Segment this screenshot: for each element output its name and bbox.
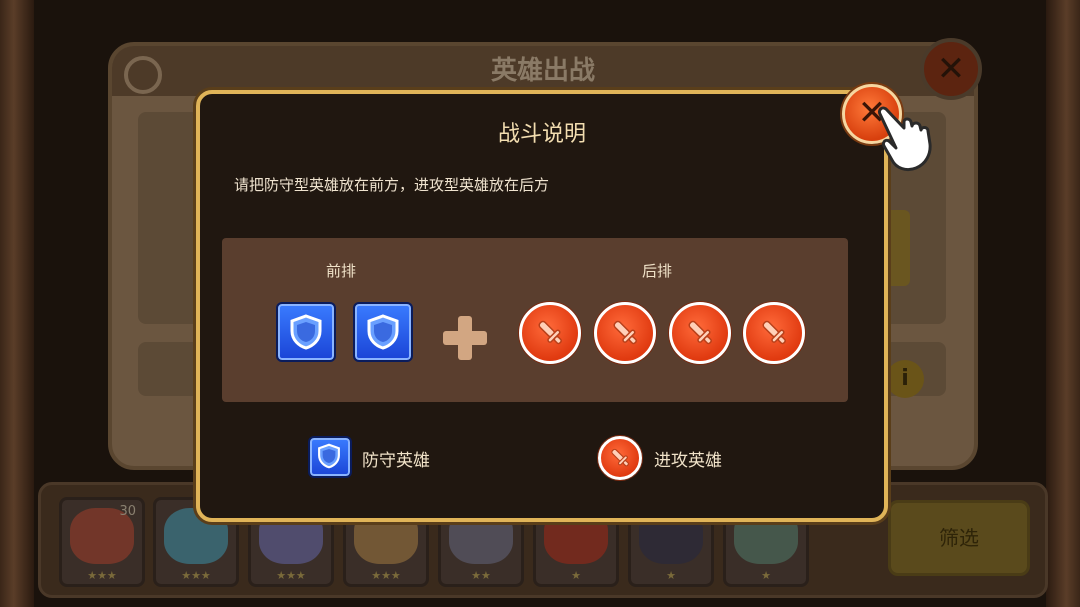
hero-stars: ★ [571, 569, 581, 582]
battle-instructions-dialog: 战斗说明 请把防守型英雄放在前方，进攻型英雄放在后方 前排 后排 防守英雄 进攻… [196, 90, 888, 522]
attack-legend-sword-icon [598, 436, 642, 480]
sword-icon [519, 302, 581, 364]
hero-deploy-title: 英雄出战 [112, 46, 974, 96]
info-icon: i [886, 360, 924, 398]
screen-frame-left [0, 0, 34, 607]
screen-frame-right [1046, 0, 1080, 607]
defense-legend-shield-icon [308, 436, 352, 478]
filter-button[interactable]: 筛选 [888, 500, 1030, 576]
hero-stars: ★★ [471, 569, 491, 582]
hero-stars: ★ [666, 569, 676, 582]
swirl-ornament-icon [124, 56, 162, 94]
shield-icon [353, 302, 413, 362]
defense-legend-label: 防守英雄 [362, 451, 430, 471]
hero-stars: ★★★ [276, 569, 306, 582]
hero-level: 30 [119, 504, 136, 519]
shield-icon [276, 302, 336, 362]
dialog-description: 请把防守型英雄放在前方，进攻型英雄放在后方 [234, 176, 550, 194]
background-close-icon: ✕ [920, 38, 982, 100]
hero-stars: ★ [761, 569, 771, 582]
hero-stars: ★★★ [371, 569, 401, 582]
pointing-hand-icon [878, 106, 932, 172]
back-row-label: 后排 [642, 262, 673, 280]
sword-icon [743, 302, 805, 364]
plus-icon [443, 316, 487, 360]
formation-panel: 前排 后排 [222, 238, 848, 402]
sword-icon [594, 302, 656, 364]
hero-stars: ★★★ [181, 569, 211, 582]
sword-icon [669, 302, 731, 364]
hero-stars: ★★★ [87, 569, 117, 582]
front-row-label: 前排 [326, 262, 357, 280]
attack-legend-label: 进攻英雄 [654, 451, 722, 471]
dialog-title: 战斗说明 [497, 122, 586, 147]
hero-card[interactable]: 30 ★★★ [59, 497, 145, 587]
